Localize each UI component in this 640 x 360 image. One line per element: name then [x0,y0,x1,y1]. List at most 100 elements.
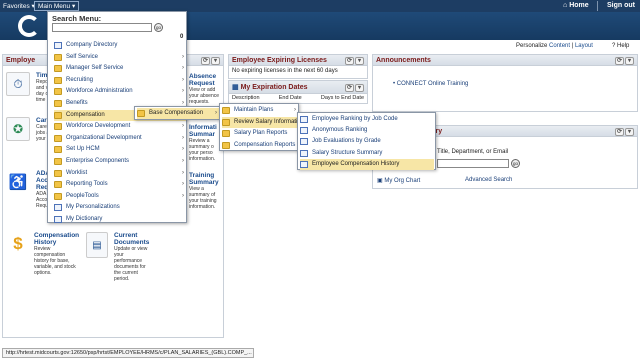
personalize-layout-link[interactable]: Layout [575,43,593,49]
tile-absence-request[interactable]: Absence Request View or add your absence… [189,73,223,105]
menu-item-reporting-tools[interactable]: Reporting Tools › [54,179,186,190]
announcements-header: Announcements ⟳ ▾ [373,55,637,66]
favorites-menu[interactable]: Favorites ▾ [3,2,35,10]
menu-item-salary-structure-summary[interactable]: Salary Structure Summary [300,148,434,159]
document-icon: ▤ [86,232,108,258]
org-chart-label: My Org Chart [384,178,421,184]
folder-icon [54,53,62,61]
folder-icon [54,65,62,73]
career-icon: ✪ [6,117,30,141]
panel-controls-6[interactable]: ⟳ ▾ [614,127,634,138]
menu-item-employee-ranking-by-job-code[interactable]: Employee Ranking by Job Code [300,114,434,125]
chevron-right-icon: › [182,53,184,60]
directory-search-go-button[interactable]: go [511,159,520,168]
expiration-dates-title: My Expiration Dates [240,84,308,91]
menu-item-employee-compensation-history[interactable]: Employee Compensation History [300,158,434,170]
help-label: Help [617,43,630,49]
sign-out-link[interactable]: Sign out [607,2,635,9]
menu-search-go-button[interactable]: go [154,23,163,32]
document-icon [300,138,308,146]
home-icon: ⌂ [563,2,568,9]
folder-icon [54,181,62,189]
menu-item-worklist[interactable]: Worklist › [54,168,186,179]
folder-icon [54,158,62,165]
chevron-right-icon: › [182,158,184,164]
document-icon [300,160,308,168]
menu-item-workforce-administration[interactable]: Workforce Administration › [54,86,186,97]
options-icon[interactable]: ▾ [355,84,364,92]
refresh-icon[interactable]: ⟳ [201,57,210,65]
chevron-right-icon: › [182,134,184,141]
col-days-to-end: Days to End Date [320,95,364,101]
menu-item-salary-plan-reports[interactable]: Salary Plan Reports [222,128,298,139]
document-icon [300,149,308,157]
advanced-search-link[interactable]: Advanced Search [465,177,512,183]
options-icon[interactable]: ▾ [211,57,220,65]
menu-item-anonymous-ranking[interactable]: Anonymous Ranking [300,125,434,136]
refresh-icon[interactable]: ⟳ [345,57,354,65]
menu-item-label: PeopleTools [66,192,99,199]
chevron-right-icon: › [182,65,184,72]
menu-item-my-personalizations[interactable]: My Personalizations [54,202,186,213]
panel-controls-4[interactable]: ⟳ ▾ [344,82,364,95]
menu-item-job-evaluations-by-grade[interactable]: Job Evaluations by Grade [300,136,434,147]
menu-item-label: Workforce Administration [66,88,133,95]
folder-icon [54,192,62,200]
personalize-content-link[interactable]: Content [549,43,570,49]
menu-item-workforce-development[interactable]: Workforce Development › [54,121,186,132]
menu-item-my-dictionary[interactable]: My Dictionary [54,214,186,225]
panel-controls-3[interactable]: ⟳ ▾ [344,56,364,67]
tile-information-summary[interactable]: Informati Summar Review a summary o your… [189,124,223,162]
menu-item-label: Maintain Plans [234,107,274,113]
directory-search-input[interactable] [437,159,509,168]
folder-icon [222,130,230,137]
options-icon[interactable]: ▾ [625,57,634,65]
menu-item-compensation-reports[interactable]: Compensation Reports [222,140,298,151]
chevron-right-icon: › [182,146,184,153]
menu-item-enterprise-components[interactable]: Enterprise Components › [54,156,186,167]
menu-item-peopletools[interactable]: PeopleTools › [54,191,186,202]
menu-item-base-compensation[interactable]: Base Compensation › [137,108,219,119]
tile-current-docs-desc: Update or view your performance document… [114,246,148,282]
self-service-panel-header: ⟳ ▾ [186,55,223,66]
help-link[interactable]: ? Help [612,43,629,49]
refresh-icon[interactable]: ⟳ [615,128,624,136]
tile-absence-desc: View or add your absence requests. [189,87,220,105]
menu-item-self-service[interactable]: Self Service › [54,52,186,63]
options-icon[interactable]: ▾ [355,57,364,65]
panel-controls-5[interactable]: ⟳ ▾ [614,56,634,67]
main-menu-button[interactable]: Main Menu ▾ [34,1,80,11]
menu-item-recruiting[interactable]: Recruiting › [54,75,186,86]
menu-item-maintain-plans[interactable]: Maintain Plans › [222,105,298,116]
home-link[interactable]: ⌂ Home [563,2,589,9]
search-menu-label: Search Menu: [52,14,102,23]
tile-training-desc: View a summary of your training informat… [189,186,217,210]
personalize-links: Personalize Content | Layout [516,43,593,49]
menu-item-label: Salary Plan Reports [234,130,288,136]
menu-item-label: Employee Compensation History [312,160,400,167]
refresh-icon[interactable]: ⟳ [345,84,354,92]
org-chart-link[interactable]: ▣ My Org Chart [377,177,420,184]
chevron-right-icon: › [294,107,296,113]
announcements-panel: Announcements ⟳ ▾ • CONNECT Online Traini… [372,54,638,112]
menu-item-company-directory[interactable]: Company Directory [54,40,186,51]
go-label: go [512,161,518,166]
expiring-licenses-panel: Employee Expiring Licenses ⟳ ▾ No expirin… [228,54,368,79]
menu-item-label: Reporting Tools [66,181,108,188]
document-icon [54,216,62,223]
menu-item-organizational-development[interactable]: Organizational Development › [54,133,186,144]
tile-training-summary[interactable]: Training Summary View a summary of your … [189,172,223,210]
chevron-right-icon: › [182,192,184,199]
menu-item-set-up-hcm[interactable]: Set Up HCM › [54,144,186,155]
folder-icon [54,76,62,84]
menu-item-label: Anonymous Ranking [312,127,368,134]
menu-search-input[interactable] [52,23,152,32]
favorites-label: Favorites [3,3,30,10]
panel-controls-2[interactable]: ⟳ ▾ [200,56,220,67]
menu-item-manager-self-service[interactable]: Manager Self Service › [54,63,186,74]
menu-item-review-salary-informati[interactable]: Review Salary Informati › [222,116,298,128]
refresh-icon[interactable]: ⟳ [615,57,624,65]
options-icon[interactable]: ▾ [625,128,634,136]
menu-item-label: Set Up HCM [66,146,100,153]
announcement-link[interactable]: • CONNECT Online Training [393,81,468,87]
